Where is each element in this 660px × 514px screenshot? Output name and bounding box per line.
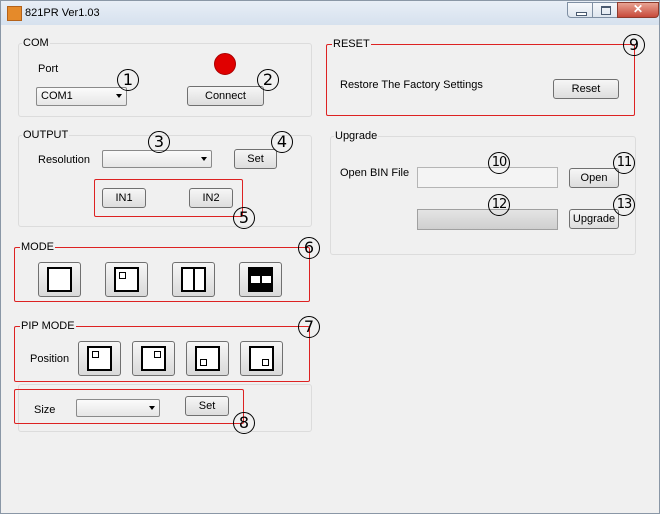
window-title: 821PR Ver1.03 xyxy=(25,7,100,19)
size-select[interactable] xyxy=(76,399,160,417)
chevron-down-icon xyxy=(149,406,155,410)
callout-6: 6 xyxy=(298,237,320,259)
port-select-value: COM1 xyxy=(41,90,73,102)
maximize-button[interactable] xyxy=(592,2,618,18)
upgrade-progress-bar xyxy=(417,209,558,230)
split-vertical-icon xyxy=(181,267,206,292)
resolution-label: Resolution xyxy=(37,154,91,166)
pip-position-bottom-right-button[interactable] xyxy=(240,341,283,376)
open-bin-label: Open BIN File xyxy=(339,167,411,179)
mode-side-by-side-button[interactable] xyxy=(239,262,282,297)
upgrade-group-label: Upgrade xyxy=(334,130,379,142)
mode-group-label: MODE xyxy=(20,241,55,253)
callout-9: 9 xyxy=(623,34,645,56)
chevron-down-icon xyxy=(201,157,207,161)
callout-4: 4 xyxy=(271,131,293,153)
single-window-icon xyxy=(47,267,72,292)
reset-button[interactable]: Reset xyxy=(553,79,619,99)
reset-group-label: RESET xyxy=(332,38,371,50)
callout-11: 11 xyxy=(613,152,635,174)
pip-mode-group-label: PIP MODE xyxy=(20,320,76,332)
pip-position-top-left-button[interactable] xyxy=(78,341,121,376)
minimize-button[interactable] xyxy=(567,2,593,18)
mode-pip-button[interactable] xyxy=(105,262,148,297)
side-by-side-icon xyxy=(248,267,273,292)
callout-8: 8 xyxy=(233,412,255,434)
mode-single-button[interactable] xyxy=(38,262,81,297)
callout-3: 3 xyxy=(148,131,170,153)
connection-status-indicator xyxy=(214,53,236,75)
pip-position-bottom-left-button[interactable] xyxy=(186,341,229,376)
mode-split-button[interactable] xyxy=(172,262,215,297)
position-label: Position xyxy=(29,353,71,365)
callout-7: 7 xyxy=(298,316,320,338)
pip-bottom-right-icon xyxy=(249,346,274,371)
in2-button[interactable]: IN2 xyxy=(189,188,233,208)
close-button[interactable]: ✕ xyxy=(617,2,659,18)
upgrade-button[interactable]: Upgrade xyxy=(569,209,619,229)
callout-1: 1 xyxy=(117,69,139,91)
pip-icon xyxy=(114,267,139,292)
callout-2: 2 xyxy=(257,69,279,91)
pip-top-right-icon xyxy=(141,346,166,371)
upgrade-group xyxy=(330,136,636,255)
size-set-button[interactable]: Set xyxy=(185,396,229,416)
callout-12: 12 xyxy=(488,194,510,216)
port-label: Port xyxy=(37,63,60,75)
connect-button[interactable]: Connect xyxy=(187,86,264,106)
pip-top-left-icon xyxy=(87,346,112,371)
callout-10: 10 xyxy=(488,152,510,174)
close-icon: ✕ xyxy=(632,2,644,16)
title-bar: 821PR Ver1.03 ✕ xyxy=(1,1,659,25)
port-select[interactable]: COM1 xyxy=(36,87,127,106)
app-icon xyxy=(7,6,22,21)
reset-description: Restore The Factory Settings xyxy=(339,79,484,91)
bin-file-path-field[interactable] xyxy=(417,167,558,188)
callout-13: 13 xyxy=(613,194,635,216)
pip-position-top-right-button[interactable] xyxy=(132,341,175,376)
resolution-set-button[interactable]: Set xyxy=(234,149,277,169)
app-window: 821PR Ver1.03 ✕ COM Port COM1 Connect OU… xyxy=(0,0,660,514)
chevron-down-icon xyxy=(116,94,122,98)
open-button[interactable]: Open xyxy=(569,168,619,188)
com-group-label: COM xyxy=(22,37,50,49)
output-group-label: OUTPUT xyxy=(22,129,70,141)
in1-button[interactable]: IN1 xyxy=(102,188,146,208)
pip-bottom-left-icon xyxy=(195,346,220,371)
callout-5: 5 xyxy=(233,207,255,229)
size-label: Size xyxy=(33,404,57,416)
